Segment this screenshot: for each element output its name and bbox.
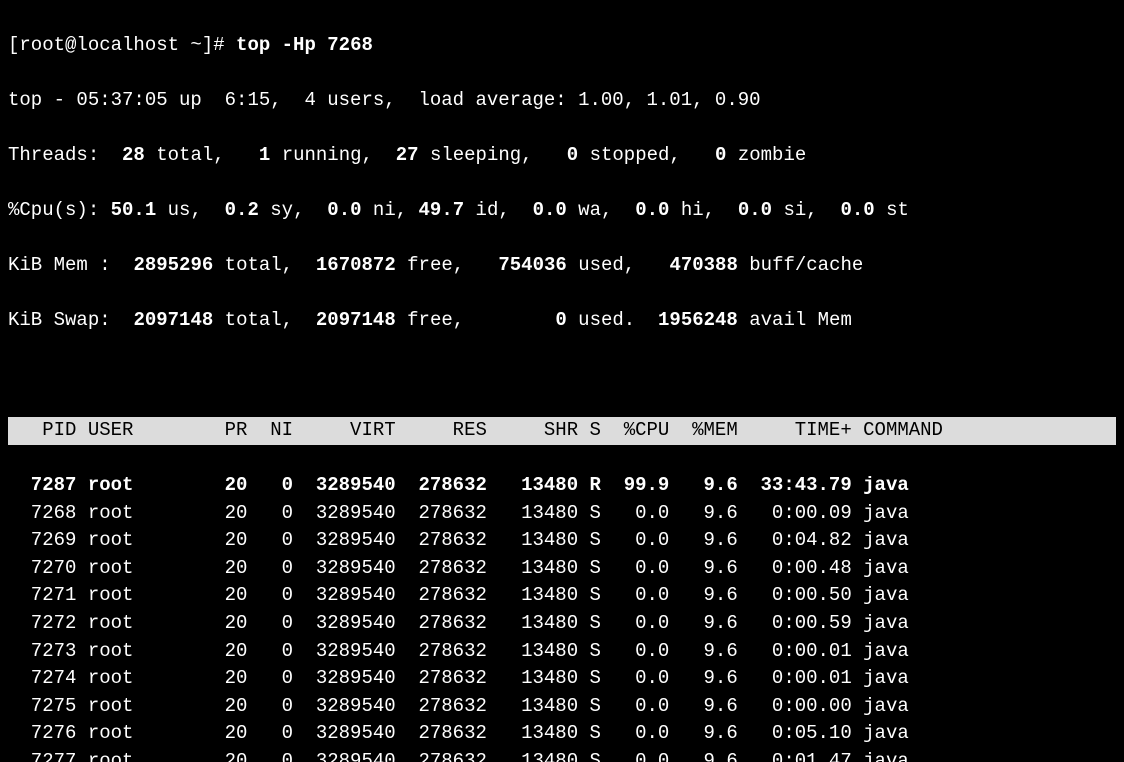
threads-running: 1 [259,144,270,166]
cpu-wa: 0.0 [533,199,567,221]
cpu-sy-lbl: sy, [259,199,305,221]
threads-sleeping-lbl: sleeping, [419,144,533,166]
threads-sleeping: 27 [396,144,419,166]
cpu-id-lbl: id, [464,199,510,221]
cpu-us-lbl: us, [156,199,202,221]
cpu-id: 49.7 [419,199,465,221]
threads-prefix: Threads: [8,144,99,166]
cpu-wa-lbl: wa, [567,199,613,221]
swap-total-lbl: total, [213,309,293,331]
table-row: 7271 root 20 0 3289540 278632 13480 S 0.… [8,582,1116,610]
mem-total: 2895296 [133,254,213,276]
swap-prefix: KiB Swap: [8,309,111,331]
swap-total: 2097148 [133,309,213,331]
cpu-hi: 0.0 [635,199,669,221]
mem-used-lbl: used, [567,254,635,276]
top-summary-line: top - 05:37:05 up 6:15, 4 users, load av… [8,87,1116,115]
threads-zombie: 0 [715,144,726,166]
cpu-line: %Cpu(s): 50.1 us, 0.2 sy, 0.0 ni, 49.7 i… [8,197,1116,225]
cpu-sy: 0.2 [225,199,259,221]
mem-free: 1670872 [316,254,396,276]
threads-total-lbl: total, [145,144,225,166]
mem-total-lbl: total, [213,254,293,276]
blank-line [8,362,1116,390]
cpu-si-lbl: si, [772,199,818,221]
command-typed: top -Hp 7268 [236,34,373,56]
threads-stopped: 0 [567,144,578,166]
table-row: 7273 root 20 0 3289540 278632 13480 S 0.… [8,638,1116,666]
mem-prefix: KiB Mem : [8,254,111,276]
table-row: 7268 root 20 0 3289540 278632 13480 S 0.… [8,500,1116,528]
cpu-hi-lbl: hi, [669,199,715,221]
swap-avail-lbl: avail Mem [738,309,852,331]
cpu-si: 0.0 [738,199,772,221]
table-row: 7272 root 20 0 3289540 278632 13480 S 0.… [8,610,1116,638]
threads-total: 28 [122,144,145,166]
mem-free-lbl: free, [396,254,464,276]
cpu-prefix: %Cpu(s): [8,199,99,221]
table-row: 7287 root 20 0 3289540 278632 13480 R 99… [8,472,1116,500]
cpu-ni-lbl: ni, [362,199,408,221]
table-row: 7275 root 20 0 3289540 278632 13480 S 0.… [8,693,1116,721]
table-row: 7277 root 20 0 3289540 278632 13480 S 0.… [8,748,1116,762]
threads-line: Threads: 28 total, 1 running, 27 sleepin… [8,142,1116,170]
swap-used: 0 [555,309,566,331]
terminal[interactable]: [root@localhost ~]# top -Hp 7268 top - 0… [0,0,1124,762]
swap-avail: 1956248 [658,309,738,331]
mem-buff: 470388 [669,254,737,276]
threads-running-lbl: running, [270,144,373,166]
table-row: 7269 root 20 0 3289540 278632 13480 S 0.… [8,527,1116,555]
process-table-body: 7287 root 20 0 3289540 278632 13480 R 99… [8,472,1116,762]
mem-line: KiB Mem : 2895296 total, 1670872 free, 7… [8,252,1116,280]
table-row: 7274 root 20 0 3289540 278632 13480 S 0.… [8,665,1116,693]
table-row: 7270 root 20 0 3289540 278632 13480 S 0.… [8,555,1116,583]
swap-used-lbl: used. [567,309,635,331]
cpu-st-lbl: st [875,199,909,221]
prompt-line: [root@localhost ~]# top -Hp 7268 [8,32,1116,60]
cpu-ni: 0.0 [327,199,361,221]
cpu-us: 50.1 [111,199,157,221]
threads-stopped-lbl: stopped, [578,144,681,166]
mem-used: 754036 [498,254,566,276]
swap-free-lbl: free, [396,309,464,331]
process-table-header: PID USER PR NI VIRT RES SHR S %CPU %MEM … [8,417,1116,445]
table-row: 7276 root 20 0 3289540 278632 13480 S 0.… [8,720,1116,748]
mem-buff-lbl: buff/cache [738,254,863,276]
swap-line: KiB Swap: 2097148 total, 2097148 free, 0… [8,307,1116,335]
swap-free: 2097148 [316,309,396,331]
threads-zombie-lbl: zombie [726,144,806,166]
shell-prompt: [root@localhost ~]# [8,34,236,56]
cpu-st: 0.0 [840,199,874,221]
